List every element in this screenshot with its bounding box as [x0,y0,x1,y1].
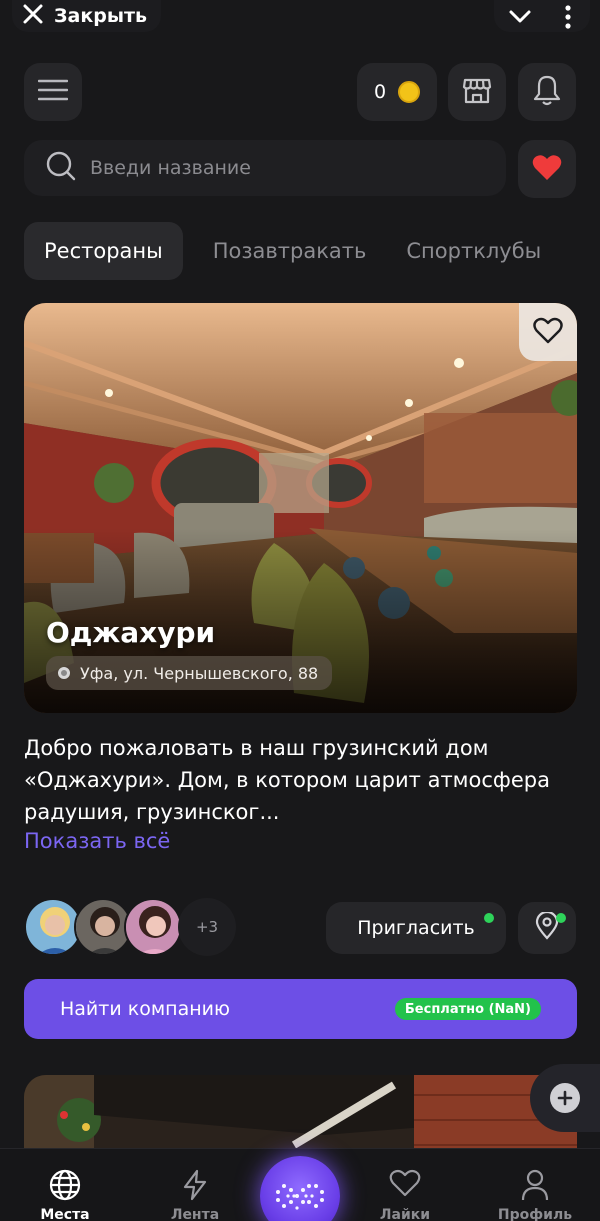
favorites-button[interactable] [518,140,576,198]
invite-button[interactable]: Пригласить [326,902,506,954]
address-badge: Уфа, ул. Чернышевского, 88 [46,656,333,690]
coin-count: 0 [373,81,387,103]
close-label: Закрыть [54,5,148,27]
chevron-down-icon[interactable] [508,6,532,30]
window-controls [494,0,590,32]
plus-icon [550,1083,580,1113]
restaurant-card[interactable] [24,303,577,713]
add-button[interactable] [530,1064,600,1132]
center-action-button[interactable] [260,1156,340,1221]
restaurant-photo [24,303,577,713]
nav-feed[interactable]: Лента [140,1149,250,1221]
nav-feed-label: Лента [170,1207,220,1221]
profile-icon [521,1169,549,1205]
search-input[interactable]: Введи название [24,140,506,196]
coin-icon [398,81,421,103]
nav-likes[interactable]: Лайки [350,1149,460,1221]
lightning-icon [182,1169,208,1205]
category-tabs: Рестораны Позавтракать Спортклубы [24,222,561,280]
app-screen: Закрыть 0 Введи название Рестораны Позав… [0,0,600,1221]
top-bar: Закрыть [0,0,600,34]
heart-outline-icon [533,317,563,348]
nav-places-label: Места [40,1207,90,1221]
invite-label: Пригласить [357,917,475,939]
show-all-link[interactable]: Показать всё [24,829,170,853]
bell-icon [532,74,562,110]
search-icon [46,151,76,185]
tab-sportclubs[interactable]: Спортклубы [386,222,561,280]
find-company-button[interactable]: Найти компанию Бесплатно (NaN) [24,979,577,1039]
more-visitors-count: +3 [178,898,236,956]
menu-button[interactable] [24,63,82,121]
tab-restaurants[interactable]: Рестораны [24,222,183,280]
coin-balance[interactable]: 0 [357,63,437,121]
card-favorite-button[interactable] [519,303,577,361]
store-icon [461,74,493,110]
tab-breakfast[interactable]: Позавтракать [193,222,387,280]
notifications-button[interactable] [518,63,576,121]
restaurant-description: Добро пожаловать в наш грузинский дом «О… [24,736,550,824]
globe-icon [49,1169,81,1205]
map-status-dot [556,913,566,923]
restaurant-name: Оджахури [46,616,216,649]
nav-likes-label: Лайки [379,1207,431,1221]
find-company-label: Найти компанию [60,998,230,1020]
close-button[interactable]: Закрыть [12,0,162,32]
location-dot-icon [58,667,70,679]
map-button[interactable] [518,902,576,954]
heart-icon [389,1169,421,1201]
avatar [124,898,182,956]
hamburger-icon [37,79,69,105]
free-badge: Бесплатно (NaN) [394,998,541,1020]
address-text: Уфа, ул. Чернышевского, 88 [80,663,319,683]
nav-profile[interactable]: Профиль [480,1149,590,1221]
close-icon [22,3,44,29]
nav-profile-label: Профиль [497,1207,573,1221]
nav-places[interactable]: Места [10,1149,120,1221]
heart-icon [532,154,562,185]
search-placeholder: Введи название [90,157,251,179]
infinity-dots-icon [276,1184,324,1210]
invite-status-dot [484,913,494,923]
more-options-icon[interactable] [564,4,572,34]
shop-button[interactable] [448,63,506,121]
